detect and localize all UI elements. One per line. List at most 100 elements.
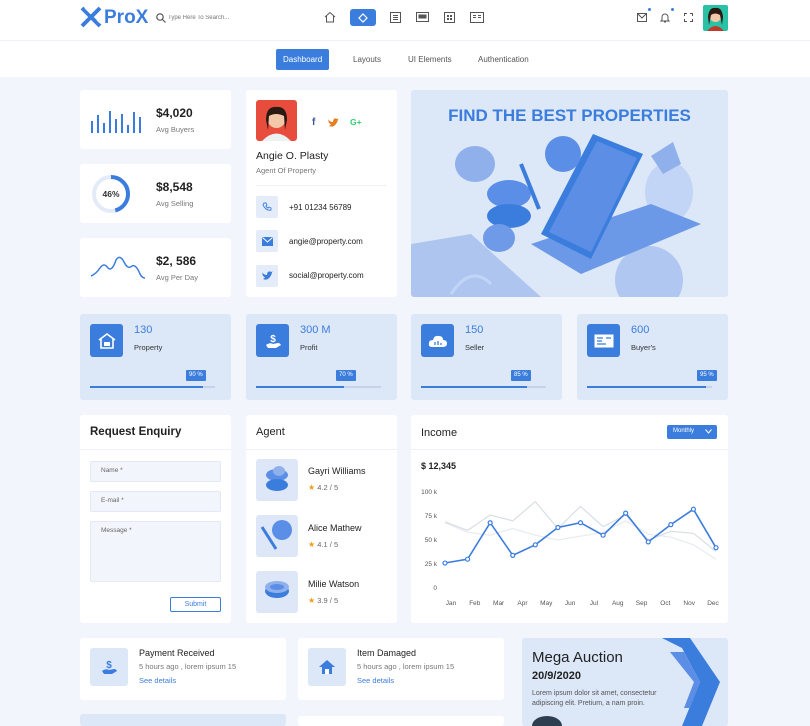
agent-avatar bbox=[256, 571, 298, 613]
data-point[interactable] bbox=[600, 532, 606, 538]
profile-avatar bbox=[256, 100, 297, 141]
tab-authentication[interactable]: Authentication bbox=[471, 49, 536, 70]
tab-dashboard[interactable]: Dashboard bbox=[276, 49, 330, 70]
kpi-progress-fill bbox=[421, 386, 528, 388]
card-icon[interactable] bbox=[470, 12, 484, 23]
notification-time: 5 hours ago , lorem ipsum 15 bbox=[357, 662, 455, 671]
email-field[interactable]: E-mail * bbox=[90, 491, 221, 512]
agent-rating: ★ 4.1 / 5 bbox=[308, 540, 338, 549]
kpi-progress bbox=[421, 386, 546, 388]
y-tick-label: 50 k bbox=[425, 537, 438, 544]
agents-card: Agent Gayri Williams ★ 4.2 / 5 Alice Mat… bbox=[246, 415, 397, 623]
agent-name[interactable]: Alice Mathew bbox=[308, 523, 362, 533]
kpi-label: Seller bbox=[465, 343, 485, 352]
agents-title: Agent bbox=[256, 426, 285, 438]
chevron-down-icon bbox=[705, 429, 712, 434]
x-tick-label: Dec bbox=[707, 600, 719, 607]
agent-rating-value: 4.1 / 5 bbox=[317, 540, 339, 549]
avatar[interactable] bbox=[703, 5, 728, 31]
submit-button[interactable]: Submit bbox=[170, 597, 221, 612]
data-point[interactable] bbox=[668, 522, 674, 528]
see-details-link[interactable]: See details bbox=[357, 676, 394, 685]
money-hand-icon: $ bbox=[256, 324, 289, 357]
y-tick-label: 0 bbox=[433, 585, 437, 592]
card-icon bbox=[587, 324, 620, 357]
stat-card-avg-buyers: $4,020 Avg Buyers bbox=[80, 90, 231, 149]
tab-layouts[interactable]: Layouts bbox=[346, 49, 388, 70]
home-icon[interactable] bbox=[324, 11, 336, 23]
profile-email[interactable]: angie@property.com bbox=[289, 237, 363, 246]
stat-value: $4,020 bbox=[156, 106, 193, 120]
income-title: Income bbox=[421, 427, 458, 439]
profile-social[interactable]: social@property.com bbox=[289, 271, 364, 280]
star-icon: ★ bbox=[308, 540, 316, 549]
kpi-percent: 70 % bbox=[336, 370, 356, 381]
kpi-value: 600 bbox=[631, 324, 650, 336]
see-details-link[interactable]: See details bbox=[139, 676, 176, 685]
email-icon bbox=[256, 230, 278, 252]
notification-title: Item Damaged bbox=[357, 648, 417, 658]
kpi-progress-fill bbox=[256, 386, 344, 388]
series-line bbox=[444, 500, 717, 552]
stat-label: Avg Per Day bbox=[156, 273, 198, 282]
data-point[interactable] bbox=[555, 524, 561, 531]
nav-bar: Dashboard Layouts UI Elements Authentica… bbox=[0, 40, 810, 77]
search-input[interactable] bbox=[168, 11, 278, 25]
profile-phone: +91 01234 56789 bbox=[289, 203, 352, 212]
notification-title: Payment Received bbox=[139, 648, 215, 658]
x-tick-label: Feb bbox=[469, 600, 481, 607]
percent-label: 46% bbox=[102, 189, 120, 199]
agent-rating-value: 4.2 / 5 bbox=[317, 483, 339, 492]
kpi-card-buyers: 600 Buyer's 95 % bbox=[577, 314, 728, 400]
data-point[interactable] bbox=[510, 552, 516, 558]
kpi-progress-fill bbox=[587, 386, 706, 388]
name-field[interactable]: Name * bbox=[90, 461, 221, 482]
data-point[interactable] bbox=[487, 520, 493, 526]
bell-icon[interactable] bbox=[660, 12, 670, 23]
monitor-icon[interactable] bbox=[416, 12, 429, 23]
profile-role: Agent Of Property bbox=[256, 166, 317, 175]
mail-icon[interactable] bbox=[637, 13, 647, 22]
data-point[interactable] bbox=[645, 539, 651, 545]
kpi-percent: 90 % bbox=[186, 370, 206, 381]
y-tick-label: 100 k bbox=[421, 489, 438, 496]
data-point[interactable] bbox=[623, 510, 629, 516]
twitter-icon[interactable] bbox=[328, 118, 339, 128]
prox-logo-icon bbox=[80, 6, 102, 28]
grid-icon[interactable] bbox=[444, 12, 455, 23]
data-point[interactable] bbox=[442, 560, 448, 566]
google-plus-icon[interactable]: G+ bbox=[350, 117, 362, 127]
x-tick-label: Apr bbox=[517, 600, 528, 607]
x-tick-label: Jul bbox=[590, 600, 599, 607]
x-tick-label: Sep bbox=[636, 600, 648, 607]
facebook-icon[interactable]: f bbox=[312, 117, 315, 128]
agent-avatar bbox=[256, 515, 298, 557]
kpi-progress bbox=[587, 386, 712, 388]
income-line-chart: 0 25 k 50 k 75 k 100 k Jan Feb Mar Apr May Jun Jul A… bbox=[421, 489, 719, 607]
auction-title: Mega Auction bbox=[532, 649, 623, 666]
x-tick-label: Aug bbox=[612, 600, 624, 607]
diamond-icon[interactable] bbox=[350, 9, 376, 26]
message-field[interactable]: Message * bbox=[90, 521, 221, 582]
data-point[interactable] bbox=[690, 506, 697, 512]
profile-card: f G+ Angie O. Plasty Agent Of Property +… bbox=[246, 90, 397, 297]
tab-ui-elements[interactable]: UI Elements bbox=[401, 49, 459, 70]
phone-icon bbox=[256, 196, 278, 218]
data-point[interactable] bbox=[577, 520, 584, 526]
agent-name[interactable]: Gayri Williams bbox=[308, 466, 366, 476]
divider bbox=[246, 449, 397, 450]
list-icon[interactable] bbox=[390, 12, 401, 23]
kpi-label: Buyer's bbox=[631, 343, 656, 352]
notification-card: Item Damaged 5 hours ago , lorem ipsum 1… bbox=[298, 638, 504, 700]
agent-name[interactable]: Milie Watson bbox=[308, 579, 359, 589]
bar-chart-icon bbox=[91, 111, 141, 133]
mail-badge bbox=[648, 8, 651, 11]
mega-auction-card: Mega Auction 20/9/2020 Lorem ipsum dolor… bbox=[522, 638, 728, 726]
stat-value: $8,548 bbox=[156, 180, 193, 194]
data-point[interactable] bbox=[464, 556, 471, 562]
period-select[interactable]: Monthly bbox=[667, 425, 717, 439]
data-point[interactable] bbox=[713, 545, 719, 551]
search-icon[interactable] bbox=[156, 13, 166, 23]
data-point[interactable] bbox=[532, 542, 538, 548]
fullscreen-icon[interactable] bbox=[684, 13, 693, 22]
